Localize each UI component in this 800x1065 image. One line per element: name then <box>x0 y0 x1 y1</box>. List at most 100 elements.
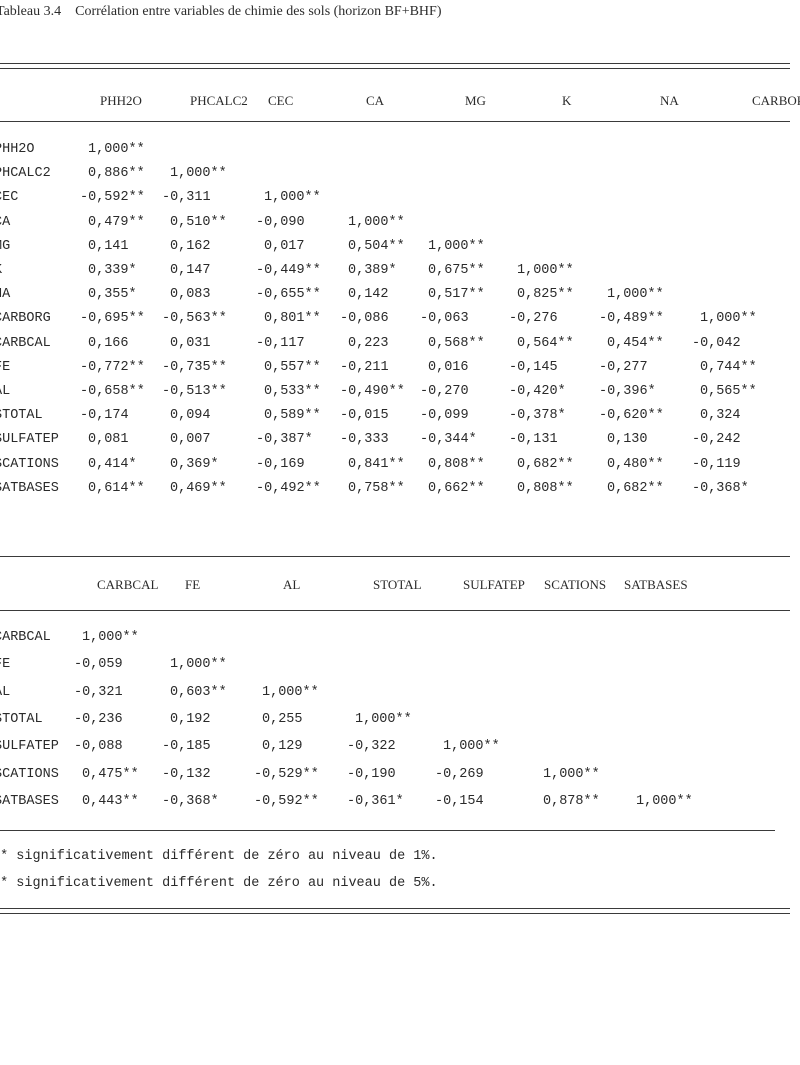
correlation-cell: 0,886** <box>88 166 145 182</box>
table1-header-rule <box>0 121 790 122</box>
correlation-cell: 0,016 <box>428 359 469 375</box>
row-label: PHH2O <box>0 142 35 157</box>
correlation-cell: 0,878** <box>543 793 600 809</box>
note-significance-1pct: ** significativement différent de zéro a… <box>0 849 438 864</box>
row-label: SATBASES <box>0 480 59 496</box>
row-label: SCATIONS <box>0 766 59 782</box>
correlation-cell: -0,592** <box>80 190 145 206</box>
row-label: CARBCAL <box>0 335 51 351</box>
correlation-cell: -0,513** <box>162 384 227 399</box>
table2-header-rule <box>0 610 790 611</box>
correlation-cell: -0,117 <box>256 335 305 351</box>
correlation-cell: 1,000** <box>636 793 693 809</box>
table-caption: Tableau 3.4 Corrélation entre variables … <box>0 4 441 20</box>
row-label: PHCALC2 <box>0 166 51 182</box>
column-header: FE <box>185 577 201 592</box>
row-label: SULFATEP <box>0 432 59 448</box>
correlation-cell: 0,517** <box>428 287 485 303</box>
correlation-cell: -0,236 <box>74 711 123 727</box>
correlation-cell: 0,129 <box>262 739 303 755</box>
correlation-cell: 0,192 <box>170 711 211 727</box>
correlation-cell: -0,145 <box>509 359 558 375</box>
correlation-cell: 0,682** <box>607 480 664 496</box>
correlation-cell: 0,841** <box>348 456 405 472</box>
column-header: MG <box>465 93 486 108</box>
correlation-cell: -0,361* <box>347 793 404 809</box>
correlation-cell: 0,565** <box>700 384 757 399</box>
correlation-cell: -0,490** <box>340 384 405 399</box>
column-header: SATBASES <box>624 577 688 592</box>
correlation-cell: 1,000** <box>443 739 500 755</box>
correlation-cell: -0,344* <box>420 432 477 448</box>
table-row: STOTAL -0,236 0,192 0,255 1,000** <box>0 712 800 734</box>
table-row: MG 0,141 0,162 0,017 0,504** 1,000** <box>0 239 800 261</box>
column-header: NA <box>660 93 679 108</box>
correlation-cell: 1,000** <box>428 238 485 254</box>
correlation-cell: -0,015 <box>340 408 389 424</box>
correlation-cell: -0,368* <box>692 480 749 496</box>
correlation-cell: 1,000** <box>348 214 405 230</box>
column-header: CARBORG <box>752 93 800 108</box>
correlation-cell: -0,190 <box>347 766 396 782</box>
row-label: CEC <box>0 190 19 206</box>
correlation-cell: -0,387* <box>256 432 313 448</box>
table-row: SULFATEP -0,088 -0,185 0,129 -0,322 1,000** <box>0 739 800 761</box>
correlation-cell: 0,603** <box>170 684 227 700</box>
correlation-cell: -0,321 <box>74 684 123 700</box>
correlation-cell: 0,007 <box>170 432 211 448</box>
table-row: CARBCAL 0,166 0,031 -0,117 0,223 0,568** 0,564… <box>0 336 800 358</box>
note-significance-5pct: * significativement différent de zéro au… <box>0 876 438 891</box>
correlation-cell: 0,564** <box>517 335 574 351</box>
correlation-cell: 0,682** <box>517 456 574 472</box>
correlation-cell: -0,529** <box>254 766 319 782</box>
correlation-cell: 0,369* <box>170 456 219 472</box>
correlation-cell: -0,420* <box>509 384 566 399</box>
correlation-cell: 0,454** <box>607 335 664 351</box>
table2-top-rule <box>0 556 790 557</box>
table-row: CEC -0,592** -0,311 1,000** <box>0 190 800 212</box>
correlation-cell: -0,368* <box>162 793 219 809</box>
correlation-cell: -0,242 <box>692 432 741 448</box>
correlation-cell: -0,620** <box>599 408 664 424</box>
table-number: Tableau 3.4 <box>0 4 62 19</box>
correlation-cell: 0,758** <box>348 480 405 496</box>
correlation-cell: 0,031 <box>170 335 211 351</box>
correlation-cell: 1,000** <box>170 657 227 673</box>
correlation-cell: 0,808** <box>517 480 574 496</box>
correlation-cell: 0,141 <box>88 238 129 254</box>
correlation-cell: -0,059 <box>74 657 123 673</box>
correlation-cell: 0,480** <box>607 456 664 472</box>
correlation-cell: -0,174 <box>80 408 129 424</box>
correlation-cell: -0,378* <box>509 408 566 424</box>
correlation-cell: 0,533** <box>264 384 321 399</box>
correlation-cell: -0,322 <box>347 739 396 755</box>
notes-bottom-rule <box>0 908 790 914</box>
correlation-cell: 1,000** <box>88 142 145 157</box>
correlation-cell: -0,735** <box>162 359 227 375</box>
correlation-cell: 0,475** <box>82 766 139 782</box>
table-row: CARBORG -0,695** -0,563** 0,801** -0,086 -0,0… <box>0 311 800 333</box>
row-label: NA <box>0 287 11 303</box>
correlation-cell: 0,339* <box>88 263 137 278</box>
table2-bottom-rule <box>0 830 775 831</box>
correlation-cell: -0,449** <box>256 263 321 278</box>
correlation-cell: 0,557** <box>264 359 321 375</box>
correlation-cell: 0,801** <box>264 311 321 327</box>
table-row: FE -0,059 1,000** <box>0 657 800 679</box>
correlation-cell: -0,772** <box>80 359 145 375</box>
correlation-cell: 0,675** <box>428 263 485 278</box>
correlation-cell: 0,568** <box>428 335 485 351</box>
correlation-cell: -0,169 <box>256 456 305 472</box>
row-label: AL <box>0 684 11 700</box>
correlation-cell: 0,662** <box>428 480 485 496</box>
column-header: STOTAL <box>373 577 422 592</box>
correlation-cell: 0,614** <box>88 480 145 496</box>
correlation-cell: -0,042 <box>692 335 741 351</box>
correlation-cell: -0,333 <box>340 432 389 448</box>
table-row: PHH2O 1,000** <box>0 142 800 164</box>
row-label: FE <box>0 657 11 673</box>
column-header: CARBCAL <box>97 577 159 592</box>
correlation-cell: 1,000** <box>355 711 412 727</box>
correlation-cell: 0,255 <box>262 711 303 727</box>
row-label: SATBASES <box>0 793 59 809</box>
